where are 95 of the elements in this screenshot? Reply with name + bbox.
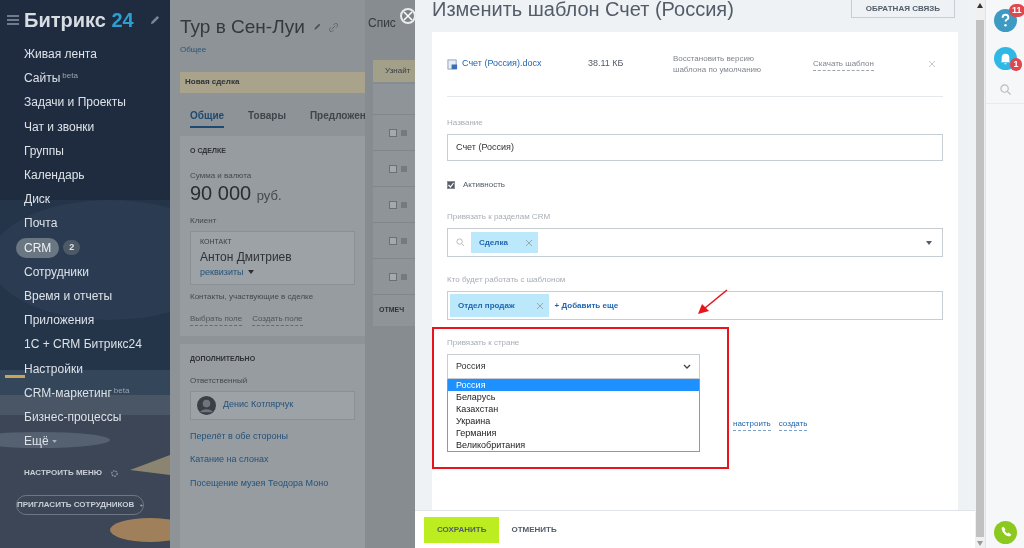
amount-value: 90 000 руб.	[190, 182, 283, 206]
action-link[interactable]: создать	[778, 418, 808, 431]
file-link[interactable]: Счет (Россия).docx	[462, 57, 588, 71]
remove-icon[interactable]	[525, 239, 532, 246]
field-label: Ответственный	[190, 374, 249, 387]
info-banner: Узнайт	[373, 60, 415, 82]
sidebar-item[interactable]: Живая лента	[16, 45, 105, 64]
row-checkbox[interactable]	[389, 200, 397, 209]
caret-icon[interactable]	[247, 270, 254, 275]
add-more-link[interactable]: + Добавить еще	[554, 299, 619, 312]
selected-tag[interactable]: Отдел продаж	[450, 294, 549, 317]
field-label: Кто будет работать с шаблоном	[447, 274, 567, 286]
link-icon[interactable]	[328, 22, 338, 32]
dropdown-option[interactable]: Беларусь	[448, 391, 699, 403]
dropdown-option[interactable]: Германия	[448, 427, 699, 439]
drag-handle-icon[interactable]	[401, 273, 407, 280]
crm-select[interactable]: Сделка	[447, 228, 943, 257]
dropdown-option[interactable]: Казахстан	[448, 403, 699, 415]
sidebar-item[interactable]: Настройки	[16, 359, 91, 378]
helper-text: Контакты, участвующие в сделке	[190, 291, 315, 303]
close-icon	[403, 11, 413, 21]
plus-icon	[140, 501, 143, 509]
workers-select[interactable]: Отдел продаж + Добавить еще	[447, 291, 943, 320]
restore-link[interactable]: Восстановить версию шаблона по умолчанию	[673, 53, 773, 75]
remove-icon[interactable]	[536, 302, 543, 309]
menu-icon[interactable]	[7, 15, 19, 25]
row-checkbox[interactable]	[389, 272, 397, 281]
drag-handle-icon[interactable]	[401, 201, 407, 208]
checkbox-label: Активность	[463, 179, 505, 191]
annotation-arrow	[697, 289, 729, 315]
caret-icon	[51, 440, 57, 444]
sidebar-item[interactable]: Время и отчеты	[16, 286, 121, 305]
sidebar-item[interactable]: Диск	[16, 190, 59, 209]
pencil-icon[interactable]	[149, 14, 160, 26]
row-checkbox[interactable]	[389, 236, 397, 245]
field-label: Привязать к разделам CRM	[447, 211, 552, 223]
sidebar-item[interactable]: Сотрудники	[16, 262, 97, 281]
pencil-icon[interactable]	[312, 23, 321, 32]
file-size: 38.11 КБ	[588, 57, 625, 71]
scroll-up-icon[interactable]	[977, 3, 983, 8]
dropdown-option[interactable]: Украина	[448, 415, 699, 427]
name-input[interactable]: Счет (Россия)	[447, 134, 943, 161]
download-link[interactable]: Скачать шаблон	[813, 57, 874, 71]
sidebar-item[interactable]: Приложения	[16, 311, 103, 330]
avatar-icon	[197, 395, 216, 415]
field-label: Клиент	[190, 215, 218, 227]
caret-icon[interactable]	[926, 240, 932, 245]
scrollbar[interactable]	[975, 0, 985, 548]
requisites-link[interactable]: реквизиты	[200, 265, 244, 279]
sidebar-item[interactable]: Чат и звонки	[16, 117, 103, 136]
sidebar-item[interactable]: Календарь	[16, 166, 93, 185]
notification-badge: 11	[1009, 4, 1024, 17]
chevron-down-icon	[683, 364, 691, 369]
sidebar-item[interactable]: Группы	[16, 141, 72, 160]
action-link[interactable]: настроить	[733, 418, 771, 431]
scroll-down-icon[interactable]	[977, 541, 983, 546]
contact-name: Антон Дмитриев	[200, 248, 293, 266]
active-checkbox[interactable]	[447, 181, 455, 189]
panel-title: Изменить шаблон Счет (Россия)	[432, 0, 734, 18]
save-button[interactable]: СОХРАНИТЬ	[424, 516, 500, 543]
row-checkbox[interactable]	[389, 128, 397, 137]
sidebar-item[interactable]: Сайты $^{beta}$	[16, 69, 86, 88]
country-select[interactable]: Россия	[447, 354, 700, 379]
invite-button[interactable]: ПРИГЛАСИТЬ СОТРУДНИКОВ	[16, 495, 144, 516]
phone-icon[interactable]	[993, 521, 1017, 544]
gear-icon[interactable]	[109, 468, 119, 478]
close-icon[interactable]	[929, 61, 935, 67]
deal-title: Тур в Сен-Луи	[180, 15, 305, 39]
drag-handle-icon[interactable]	[401, 237, 407, 244]
dropdown-option[interactable]: Россия	[448, 379, 699, 391]
panel-title: Спис	[368, 15, 396, 32]
search-icon[interactable]	[999, 84, 1011, 95]
sidebar-item[interactable]: Ещё	[16, 432, 65, 451]
dropdown-option[interactable]: Великобритания	[448, 439, 699, 451]
row-checkbox[interactable]	[389, 164, 397, 173]
field-label: Название	[447, 117, 484, 129]
sidebar-item[interactable]: Задачи и Проекты	[16, 93, 134, 112]
sidebar-item[interactable]: Почта	[16, 214, 66, 233]
sidebar-item[interactable]: Бизнес-процессы	[16, 407, 130, 426]
responsible-name[interactable]: Денис Котлярчук	[223, 398, 294, 412]
document-icon	[447, 58, 458, 70]
stage-bar: Новая сделка	[180, 71, 365, 93]
cancel-button[interactable]: ОТМЕНИТЬ	[511, 516, 557, 543]
logo[interactable]: Битрикс 24	[24, 5, 134, 35]
notification-badge: 1	[1010, 58, 1022, 71]
sidebar-item[interactable]: 1С + CRM Битрикс24	[16, 335, 150, 354]
bell-icon[interactable]	[993, 47, 1017, 70]
feedback-button[interactable]: ОБРАТНАЯ СВЯЗЬ	[850, 0, 955, 18]
drag-handle-icon[interactable]	[401, 165, 407, 172]
menu-settings-link[interactable]: НАСТРОИТЬ МЕНЮ	[24, 467, 102, 480]
field-label: Привязать к стране	[447, 337, 521, 349]
selected-tag[interactable]: Сделка	[471, 232, 538, 253]
search-icon	[456, 238, 465, 247]
drag-handle-icon[interactable]	[401, 129, 407, 136]
field-label: Сумма и валюта	[190, 170, 253, 182]
